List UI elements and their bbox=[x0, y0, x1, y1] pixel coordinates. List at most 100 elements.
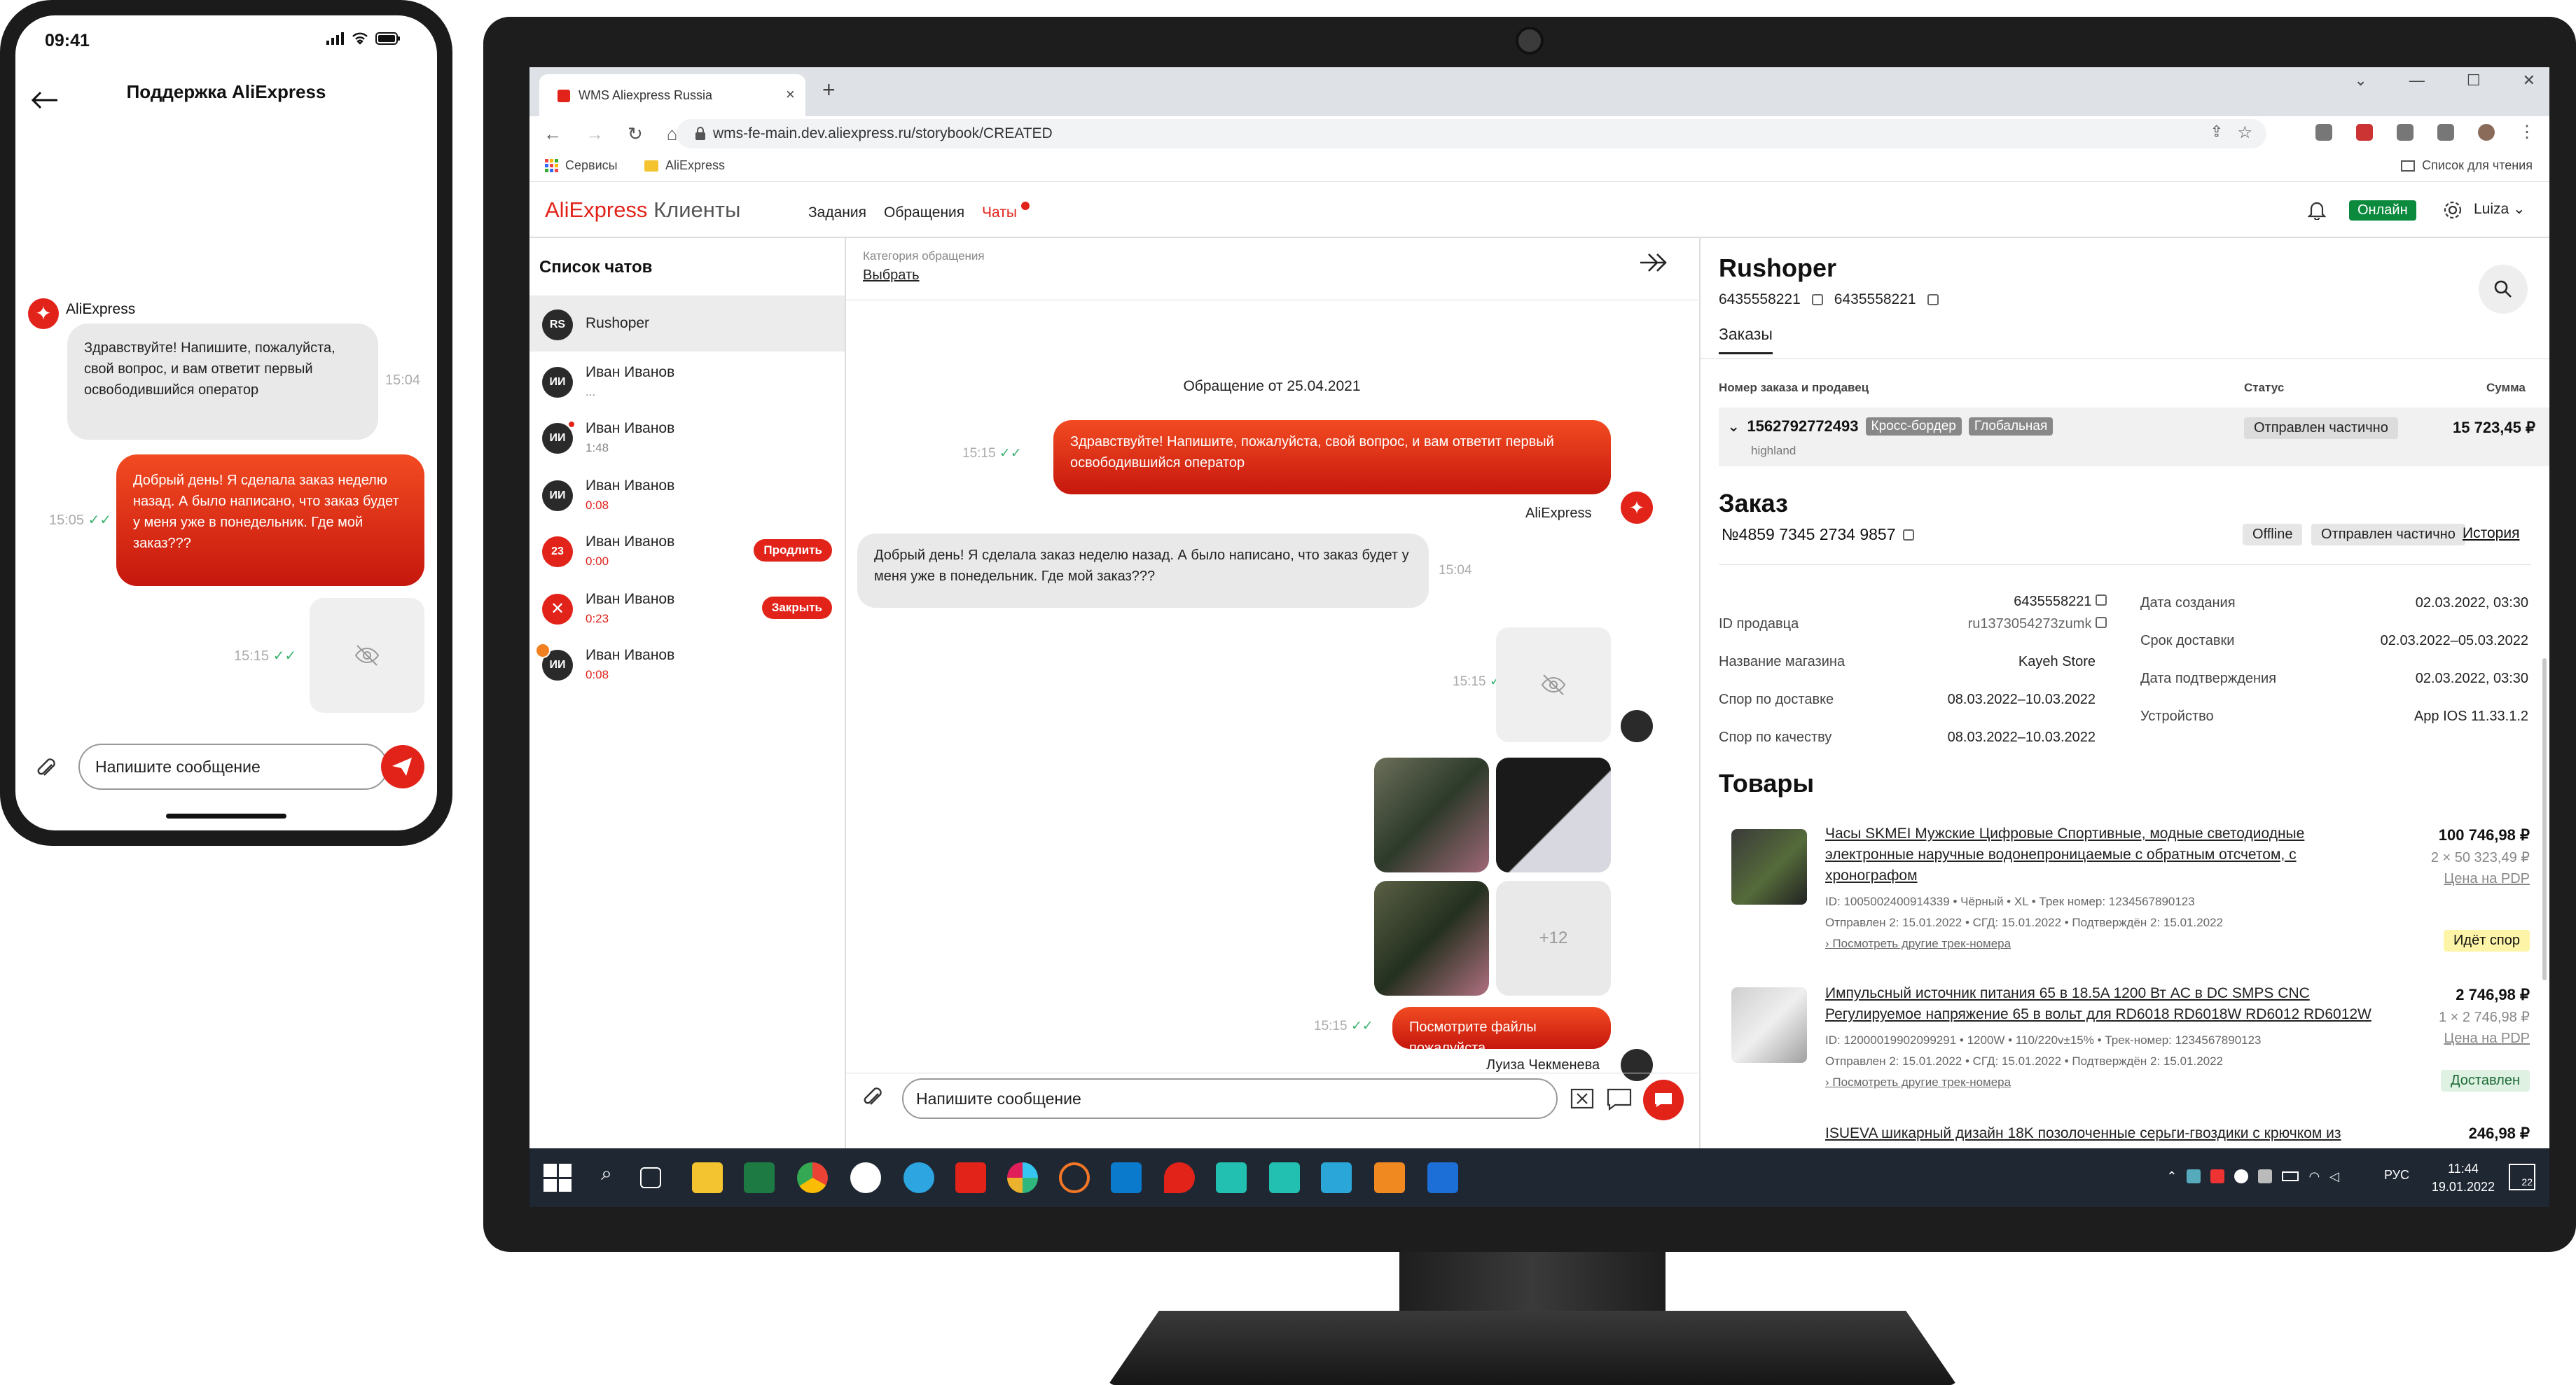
puzzle-icon[interactable] bbox=[2397, 123, 2414, 141]
yandex-browser-icon[interactable] bbox=[850, 1162, 881, 1193]
history-link[interactable]: История bbox=[2463, 525, 2519, 542]
telegram-icon[interactable] bbox=[903, 1162, 934, 1193]
pdp-price-link[interactable]: Цена на PDP bbox=[2331, 871, 2530, 887]
playlist-icon[interactable] bbox=[2437, 123, 2454, 141]
browser-tab[interactable]: WMS Aliexpress Russia × bbox=[539, 74, 805, 116]
user-menu[interactable]: Luiza ⌄ bbox=[2474, 200, 2526, 218]
product-title[interactable]: Часы SKMEI Мужские Цифровые Спортивные, … bbox=[1825, 823, 2385, 886]
badge-icon[interactable] bbox=[2356, 123, 2373, 141]
search-button[interactable] bbox=[2479, 265, 2528, 314]
reload-icon[interactable]: ↻ bbox=[628, 123, 643, 145]
share-icon[interactable]: ⇪ bbox=[2210, 123, 2223, 141]
nav-chats[interactable]: Чаты bbox=[982, 204, 1017, 221]
tray-icon[interactable] bbox=[2234, 1169, 2249, 1183]
attach-paperclip-icon[interactable] bbox=[860, 1085, 885, 1111]
jupyter-icon[interactable] bbox=[1059, 1162, 1090, 1193]
kebab-menu-icon[interactable]: ⋮ bbox=[2519, 122, 2535, 142]
copy-icon[interactable] bbox=[2096, 617, 2107, 628]
app-logo[interactable]: AliExpress Клиенты bbox=[545, 197, 740, 223]
system-clock[interactable]: 11:44 19.01.2022 bbox=[2432, 1160, 2495, 1196]
chat-list-item[interactable]: ИИ Иван Иванов ... bbox=[529, 353, 845, 409]
image-attachment-sneakers[interactable] bbox=[1374, 758, 1489, 872]
hidden-image-attachment[interactable] bbox=[310, 598, 424, 713]
bookmark-services[interactable]: Сервисы bbox=[545, 158, 618, 173]
chat-list-item[interactable]: ИИ Иван Иванов 1:48 bbox=[529, 409, 845, 465]
gmail-icon[interactable] bbox=[955, 1162, 986, 1193]
shield-app-icon[interactable] bbox=[1427, 1162, 1458, 1193]
attach-paperclip-icon[interactable] bbox=[34, 756, 59, 781]
gear-icon[interactable] bbox=[2443, 200, 2463, 220]
star-icon[interactable]: ☆ bbox=[2237, 123, 2252, 143]
more-images-tile[interactable]: +12 bbox=[1496, 881, 1611, 996]
image-attachment-sneakers[interactable] bbox=[1374, 881, 1489, 996]
more-tracking-link[interactable]: › Посмотреть другие трек-номера bbox=[1825, 937, 2011, 951]
address-bar[interactable]: wms-fe-main.dev.aliexpress.ru/storybook/… bbox=[677, 119, 2266, 148]
send-button[interactable] bbox=[1643, 1080, 1684, 1120]
maximize-icon[interactable]: ☐ bbox=[2467, 71, 2481, 90]
chrome-icon[interactable] bbox=[797, 1162, 828, 1193]
close-icon[interactable]: ✕ bbox=[2523, 71, 2535, 90]
category-select[interactable]: Выбрать bbox=[863, 267, 920, 284]
task-view-icon[interactable] bbox=[640, 1167, 661, 1188]
close-chat-button[interactable]: Закрыть bbox=[761, 597, 832, 619]
more-tracking-link[interactable]: › Посмотреть другие трек-номера bbox=[1825, 1076, 2011, 1090]
app-bars-icon[interactable] bbox=[1321, 1162, 1352, 1193]
back-icon[interactable]: ← bbox=[543, 123, 562, 145]
product-image[interactable] bbox=[1731, 829, 1807, 905]
chevron-down-icon[interactable]: ⌄ bbox=[2354, 71, 2367, 90]
vscode-icon[interactable] bbox=[1111, 1162, 1142, 1193]
product-image[interactable] bbox=[1731, 987, 1807, 1063]
close-tab-icon[interactable]: × bbox=[786, 85, 795, 104]
close-box-icon[interactable] bbox=[1570, 1088, 1594, 1109]
online-status-badge[interactable]: Онлайн bbox=[2349, 200, 2416, 221]
templates-icon[interactable] bbox=[1607, 1088, 1632, 1111]
notifications-icon[interactable]: 22 bbox=[2509, 1164, 2535, 1190]
chat-list-item[interactable]: ИИ Иван Иванов 0:08 bbox=[529, 466, 845, 522]
expand-arrow-icon[interactable] bbox=[1639, 252, 1670, 273]
hidden-image-attachment[interactable] bbox=[1496, 627, 1611, 742]
shield-icon[interactable] bbox=[2315, 123, 2332, 141]
bell-icon[interactable] bbox=[2308, 200, 2326, 220]
tab-orders[interactable]: Заказы bbox=[1719, 325, 1773, 354]
minimize-icon[interactable]: — bbox=[2409, 71, 2425, 90]
copy-icon[interactable] bbox=[2096, 594, 2107, 606]
chat-list-item[interactable]: ИИ Иван Иванов 0:08 bbox=[529, 636, 845, 692]
chevron-up-icon[interactable]: ⌃ bbox=[2166, 1169, 2177, 1184]
chat-list-item[interactable]: RS Rushoper bbox=[529, 295, 845, 352]
profile-avatar-icon[interactable] bbox=[2478, 123, 2495, 141]
tray-icon[interactable] bbox=[2210, 1169, 2225, 1183]
slack-icon[interactable] bbox=[1007, 1162, 1038, 1193]
wifi-icon[interactable]: ◠ bbox=[2308, 1169, 2320, 1184]
app-triangle-icon[interactable] bbox=[1374, 1162, 1405, 1193]
forward-icon[interactable]: → bbox=[586, 123, 604, 145]
chat-message-input[interactable]: Напишите сообщение bbox=[902, 1078, 1558, 1119]
keyboard-language[interactable]: РУС bbox=[2384, 1168, 2409, 1183]
chat-list-item[interactable]: ✕ Иван Иванов 0:23 Закрыть bbox=[529, 580, 845, 636]
pdp-price-link[interactable]: Цена на PDP bbox=[2331, 1031, 2530, 1047]
search-icon[interactable]: ⌕ bbox=[591, 1162, 622, 1193]
app-x-icon[interactable] bbox=[1269, 1162, 1300, 1193]
tray-icon[interactable] bbox=[2187, 1169, 2201, 1183]
send-button[interactable] bbox=[381, 745, 424, 788]
file-explorer-icon[interactable] bbox=[692, 1162, 723, 1193]
copy-icon[interactable] bbox=[1811, 294, 1823, 305]
copy-icon[interactable] bbox=[1902, 529, 1914, 541]
bookmark-aliexpress[interactable]: AliExpress bbox=[644, 158, 725, 173]
product-title[interactable]: ISUEVA шикарный дизайн 18K позолоченные … bbox=[1825, 1123, 2341, 1144]
chat-list-item[interactable]: 23 Иван Иванов 0:00 Продлить bbox=[529, 522, 845, 578]
nav-requests[interactable]: Обращения bbox=[884, 204, 964, 221]
nav-tasks[interactable]: Задания bbox=[808, 204, 866, 221]
order-row[interactable]: ⌄ 1562792772493 Кросс-бордер Глобальная h… bbox=[1719, 408, 2549, 466]
new-tab-icon[interactable]: + bbox=[822, 77, 836, 103]
scrollbar[interactable] bbox=[2542, 658, 2547, 980]
copy-icon[interactable] bbox=[1927, 294, 1939, 305]
reading-list[interactable]: Список для чтения bbox=[2401, 158, 2533, 173]
extend-button[interactable]: Продлить bbox=[754, 539, 832, 562]
app-x-icon[interactable] bbox=[1216, 1162, 1247, 1193]
battery-icon[interactable] bbox=[2282, 1171, 2299, 1181]
image-attachment-device[interactable] bbox=[1496, 758, 1611, 872]
maps-pin-icon[interactable] bbox=[1164, 1162, 1195, 1193]
product-title[interactable]: Импульсный источник питания 65 в 18.5A 1… bbox=[1825, 983, 2400, 1025]
tray-icon[interactable] bbox=[2258, 1169, 2273, 1183]
excel-icon[interactable] bbox=[744, 1162, 775, 1193]
